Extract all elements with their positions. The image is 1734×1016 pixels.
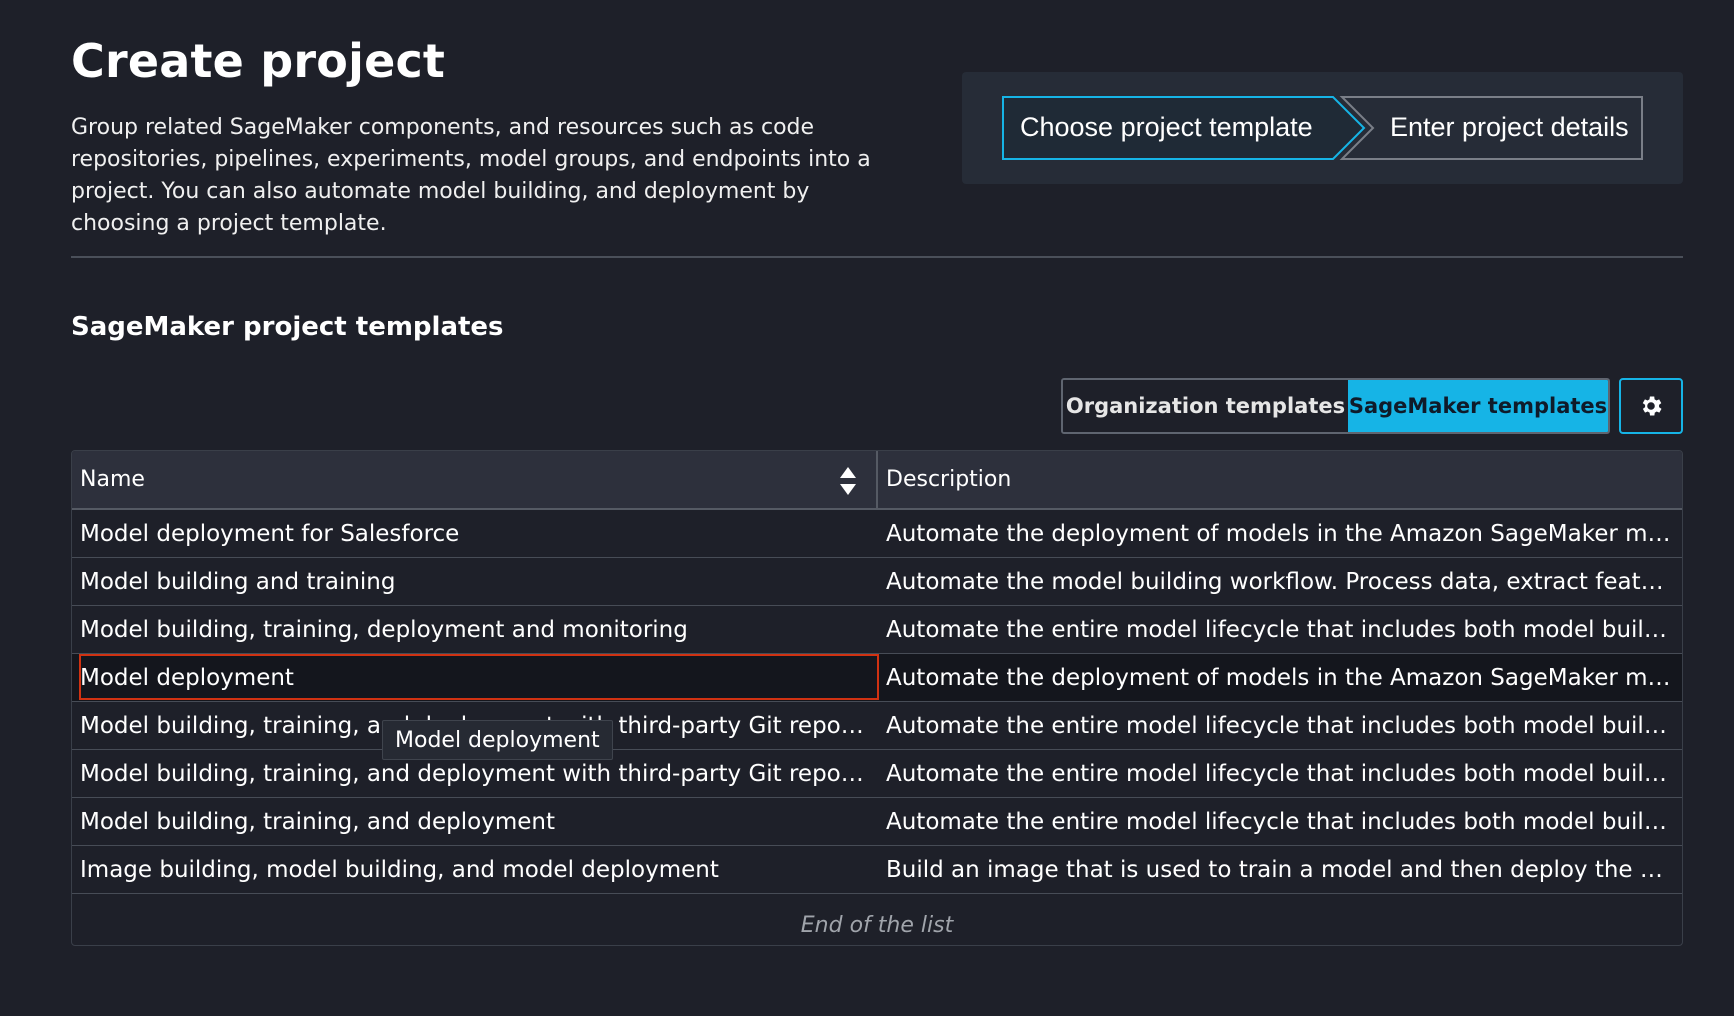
column-separator[interactable] bbox=[876, 451, 878, 508]
row-name: Model building and training bbox=[80, 568, 396, 595]
column-header-description: Description bbox=[886, 467, 1012, 492]
organization-templates-button[interactable]: Organization templates bbox=[1063, 380, 1348, 432]
column-header-name[interactable]: Name bbox=[80, 451, 870, 508]
table-row[interactable]: Model building, training, and deployment… bbox=[72, 750, 1682, 798]
table-row-selected[interactable]: Model deployment Automate the deployment… bbox=[72, 654, 1682, 702]
template-source-toggle: Organization templates SageMaker templat… bbox=[1061, 378, 1610, 434]
section-title: SageMaker project templates bbox=[71, 312, 504, 342]
row-description: Automate the entire model lifecycle that… bbox=[886, 712, 1676, 739]
table-row[interactable]: Model building and training Automate the… bbox=[72, 558, 1682, 606]
table-row[interactable]: Model building, training, deployment and… bbox=[72, 606, 1682, 654]
page-title: Create project bbox=[71, 34, 446, 88]
table-row[interactable]: Model building, training, and deployment… bbox=[72, 798, 1682, 846]
row-name: Model building, training, and deployment bbox=[80, 808, 555, 835]
step-choose-template[interactable]: Choose project template bbox=[1020, 112, 1313, 143]
row-description: Automate the entire model lifecycle that… bbox=[886, 760, 1676, 787]
gear-icon bbox=[1642, 396, 1662, 416]
page-description: Group related SageMaker components, and … bbox=[71, 115, 871, 236]
row-description: Build an image that is used to train a m… bbox=[886, 856, 1676, 883]
row-name: Model deployment bbox=[80, 664, 294, 691]
row-name: Image building, model building, and mode… bbox=[80, 856, 719, 883]
row-name: Model building, training, deployment and… bbox=[80, 616, 688, 643]
row-description: Automate the entire model lifecycle that… bbox=[886, 616, 1676, 643]
end-of-list-text: End of the list bbox=[800, 912, 954, 938]
templates-table: Name Description Model deployment for Sa… bbox=[71, 450, 1683, 946]
wizard-steps: Choose project template Enter project de… bbox=[962, 72, 1683, 184]
sagemaker-templates-button[interactable]: SageMaker templates bbox=[1348, 380, 1608, 432]
row-tooltip: Model deployment bbox=[382, 720, 613, 760]
row-description: Automate the model building workflow. Pr… bbox=[886, 568, 1676, 595]
step-enter-details[interactable]: Enter project details bbox=[1390, 112, 1629, 143]
table-row[interactable]: Image building, model building, and mode… bbox=[72, 846, 1682, 894]
table-row[interactable]: Model deployment for Salesforce Automate… bbox=[72, 510, 1682, 558]
sort-icon[interactable] bbox=[837, 465, 859, 497]
row-description: Automate the deployment of models in the… bbox=[886, 520, 1676, 547]
table-row[interactable]: Model building, training, and deployment… bbox=[72, 702, 1682, 750]
table-settings-button[interactable] bbox=[1619, 378, 1683, 434]
header-divider bbox=[71, 256, 1683, 258]
create-project-page: Create project Group related SageMaker c… bbox=[0, 0, 1734, 1016]
row-description: Automate the deployment of models in the… bbox=[886, 664, 1676, 691]
row-name: Model deployment for Salesforce bbox=[80, 520, 460, 547]
table-header: Name Description bbox=[72, 451, 1682, 510]
row-description: Automate the entire model lifecycle that… bbox=[886, 808, 1676, 835]
